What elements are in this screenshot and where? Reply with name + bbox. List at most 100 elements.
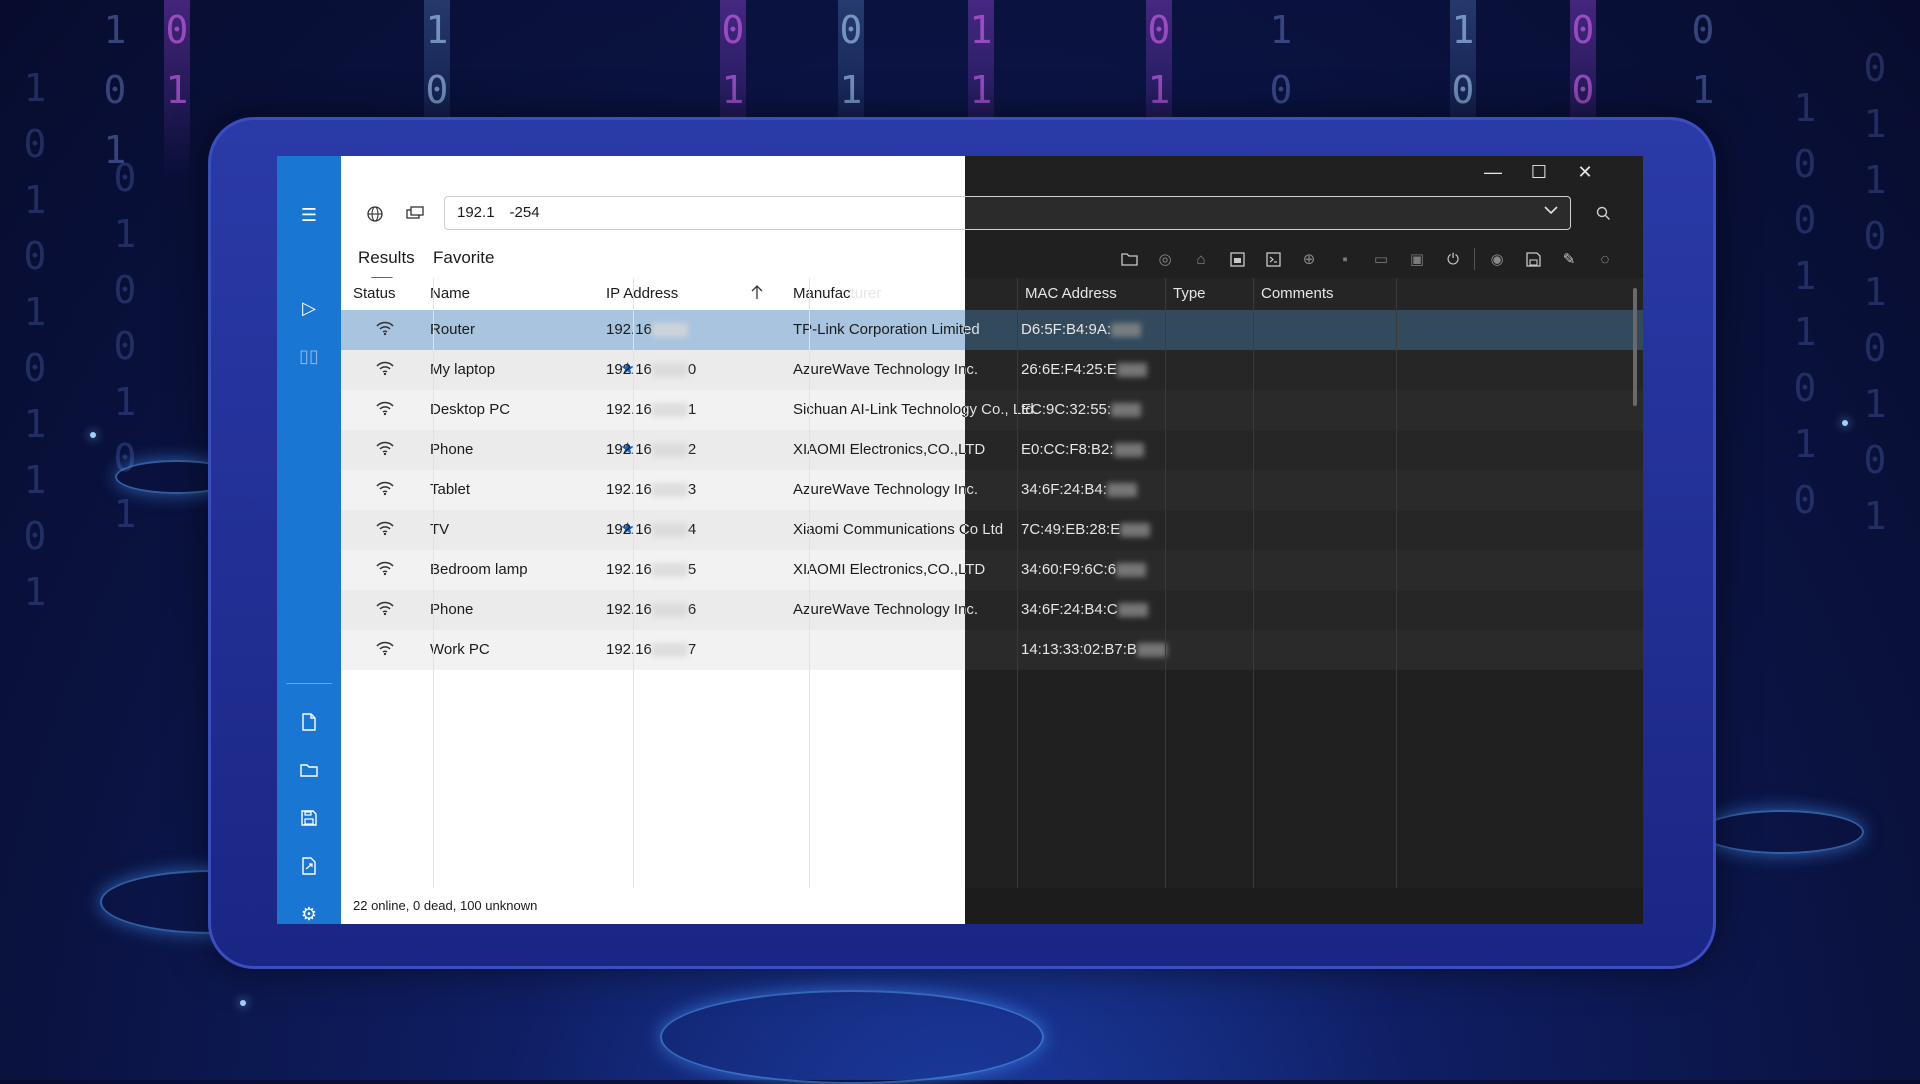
export-icon[interactable] — [277, 850, 341, 882]
mac-prefix: 14:13:33:02:B7:B — [1021, 641, 1137, 658]
remote-desktop-icon[interactable] — [1222, 245, 1252, 273]
column-divider — [433, 278, 434, 888]
settings-icon[interactable]: ⚙ — [277, 898, 341, 924]
save-icon[interactable] — [277, 802, 341, 834]
share-folder-icon[interactable]: ▭ — [1366, 245, 1396, 273]
pause-icon[interactable]: ▯▯ — [277, 340, 341, 372]
manufacturer: XIAOMI Electronics,CO.,LTD — [793, 561, 986, 578]
manufacturer: AzureWave Technology Inc. — [793, 601, 979, 618]
network-share-icon[interactable]: ⌂ — [1186, 245, 1216, 273]
manufacturer: XIAOMI Electronics,CO.,LTD — [793, 441, 986, 458]
redacted-mac-part — [1117, 603, 1148, 618]
ping-icon[interactable]: ▪ — [1330, 245, 1360, 273]
mac-address: 34:6F:24:B4:C — [1021, 601, 1148, 618]
ip-prefix: 192.16 — [606, 601, 652, 618]
ip-suffix: 0 — [687, 361, 697, 378]
open-folder-icon[interactable] — [277, 754, 341, 786]
results-table: Status Name IP Address Manufacturer MAC … — [341, 278, 1643, 888]
ip-suffix: 1 — [687, 401, 697, 418]
table-row[interactable]: Router 192.16 TP-Link Corporation Limited D… — [341, 310, 1643, 350]
column-header-manufacturer[interactable]: Manufacturer — [793, 285, 881, 302]
ip-address: 192.16 2 — [606, 441, 696, 458]
ip-range-value: 192.1 -254 — [457, 204, 540, 221]
manufacturer: Sichuan AI-Link Technology Co., Ltd. — [793, 401, 1038, 418]
column-divider — [809, 278, 810, 888]
tab-favorite[interactable]: Favorite — [433, 248, 494, 268]
redacted-mac-part — [1136, 643, 1167, 658]
column-divider — [1396, 278, 1397, 888]
network-card-icon[interactable] — [401, 200, 429, 228]
column-divider — [1253, 278, 1254, 888]
globe-scan-icon[interactable] — [361, 200, 389, 228]
column-header-comments[interactable]: Comments — [1261, 285, 1334, 302]
column-divider — [633, 278, 634, 888]
device-name: Bedroom lamp — [430, 561, 528, 578]
ip-range-input[interactable]: 192.1 -254 — [444, 196, 1571, 230]
mac-address: EC:9C:32:55: — [1021, 401, 1142, 418]
power-icon[interactable]: ⏻ — [1438, 245, 1468, 273]
terminal-icon[interactable] — [1258, 245, 1288, 273]
column-header-mac[interactable]: MAC Address — [1025, 285, 1117, 302]
menu-icon[interactable]: ☰ — [277, 199, 341, 231]
mac-prefix: EC:9C:32:55: — [1021, 401, 1112, 418]
device-name: Phone — [430, 601, 474, 618]
save-results-icon[interactable] — [1518, 245, 1548, 273]
vertical-scrollbar[interactable] — [1633, 288, 1637, 406]
table-row[interactable]: TV ★ 192.16 4 Xiaomi Communications Co Ltd 7C… — [341, 510, 1643, 550]
column-header-ip[interactable]: IP Address — [606, 285, 678, 302]
manufacturer: AzureWave Technology Inc. — [793, 481, 979, 498]
table-row[interactable]: Tablet 192.16 3 AzureWave Technology Inc. 34… — [341, 470, 1643, 510]
chevron-down-icon[interactable] — [1542, 201, 1560, 224]
ip-address: 192.16 0 — [606, 361, 696, 378]
binary-column: 011010101 — [1863, 46, 1887, 538]
redacted-mac-part — [1120, 523, 1151, 538]
wifi-icon — [375, 640, 395, 661]
ip-address: 192.16 3 — [606, 481, 696, 498]
column-header-name[interactable]: Name — [430, 285, 470, 302]
wifi-icon — [375, 600, 395, 621]
ip-suffix: 5 — [687, 561, 697, 578]
redacted-ip-part — [651, 483, 688, 498]
table-row[interactable]: Bedroom lamp 192.16 5 XIAOMI Electronics,CO… — [341, 550, 1643, 590]
manufacturer: TP-Link Corporation Limited — [793, 321, 980, 338]
redacted-mac-part — [1111, 403, 1142, 418]
web-icon[interactable]: ◎ — [1150, 245, 1180, 273]
ip-prefix: 192.16 — [606, 361, 652, 378]
mac-prefix: D6:5F:B4:9A: — [1021, 321, 1112, 338]
table-row[interactable]: Work PC 192.16 7 14:13:33:02:B7:B — [341, 630, 1643, 670]
ip-suffix: 2 — [687, 441, 697, 458]
binary-column: 01 — [164, 0, 190, 180]
edit-icon[interactable]: ✎ — [1554, 245, 1584, 273]
radar-icon[interactable]: ◉ — [1482, 245, 1512, 273]
play-icon[interactable]: ▷ — [277, 292, 341, 324]
minimize-icon[interactable]: — — [1470, 156, 1516, 188]
search-icon[interactable] — [1588, 198, 1618, 228]
redacted-ip-part — [651, 563, 688, 578]
close-icon[interactable]: ✕ — [1562, 156, 1608, 188]
folder-icon[interactable] — [1114, 245, 1144, 273]
maximize-icon[interactable]: ☐ — [1516, 156, 1562, 188]
ip-suffix: 4 — [687, 521, 697, 538]
ip-suffix: 3 — [687, 481, 697, 498]
mac-prefix: 34:6F:24:B4:C — [1021, 601, 1118, 618]
redacted-ip-part — [651, 443, 688, 458]
wifi-icon — [375, 480, 395, 501]
wifi-icon — [375, 560, 395, 581]
redacted-ip-part — [651, 363, 688, 378]
visibility-icon[interactable]: ◌ — [1590, 245, 1620, 273]
sort-ascending-icon[interactable] — [750, 284, 764, 304]
table-row[interactable]: Desktop PC 192.16 1 Sichuan AI-Link Technol… — [341, 390, 1643, 430]
column-header-status[interactable]: Status — [353, 285, 396, 302]
column-divider — [1165, 278, 1166, 888]
table-row[interactable]: My laptop ★ 192.16 0 AzureWave Technology In… — [341, 350, 1643, 390]
glow-dot — [240, 1000, 246, 1006]
rail-divider — [286, 683, 332, 684]
table-row[interactable]: Phone 192.16 6 AzureWave Technology Inc. 34:… — [341, 590, 1643, 630]
tab-results[interactable]: Results — [358, 248, 415, 268]
new-file-icon[interactable] — [277, 706, 341, 738]
glow-dot — [1842, 420, 1848, 426]
table-row[interactable]: Phone ★ 192.16 2 XIAOMI Electronics,CO.,LTD E… — [341, 430, 1643, 470]
globe-icon[interactable]: ⊕ — [1294, 245, 1324, 273]
wake-icon[interactable]: ▣ — [1402, 245, 1432, 273]
column-header-type[interactable]: Type — [1173, 285, 1206, 302]
